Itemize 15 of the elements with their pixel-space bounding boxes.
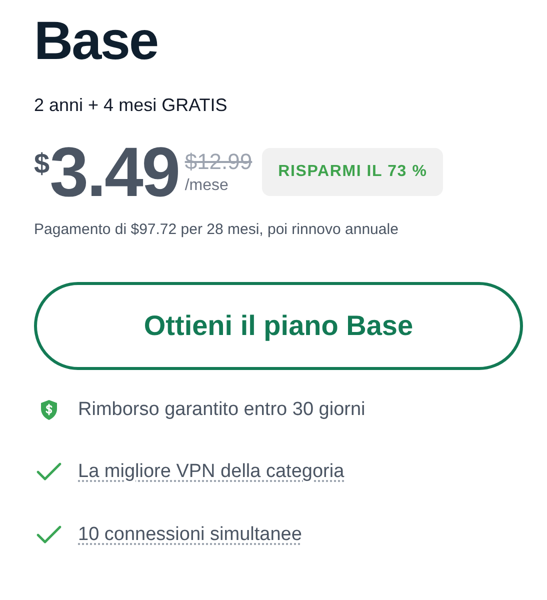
billing-note: Pagamento di $97.72 per 28 mesi, poi rinnovo annuale: [34, 220, 400, 240]
shield-dollar-icon: [39, 398, 59, 421]
old-price: $12.99: [184, 148, 252, 176]
get-plan-button[interactable]: Ottieni il piano Base: [34, 282, 523, 370]
check-icon: [36, 524, 62, 545]
price-amount: 3.49: [50, 137, 179, 207]
feature-text: La migliore VPN della categoria: [78, 460, 344, 484]
savings-badge: RISPARMI IL 73 %: [262, 148, 444, 196]
feature-text: 10 connessioni simultanee: [78, 522, 302, 546]
currency-symbol: $: [34, 147, 50, 181]
plan-subtitle: 2 anni + 4 mesi GRATIS: [34, 94, 228, 117]
plan-title: Base: [34, 14, 159, 68]
price-period: /mese: [184, 176, 230, 196]
check-icon: [36, 462, 62, 482]
feature-text: Rimborso garantito entro 30 giorni: [78, 398, 366, 422]
